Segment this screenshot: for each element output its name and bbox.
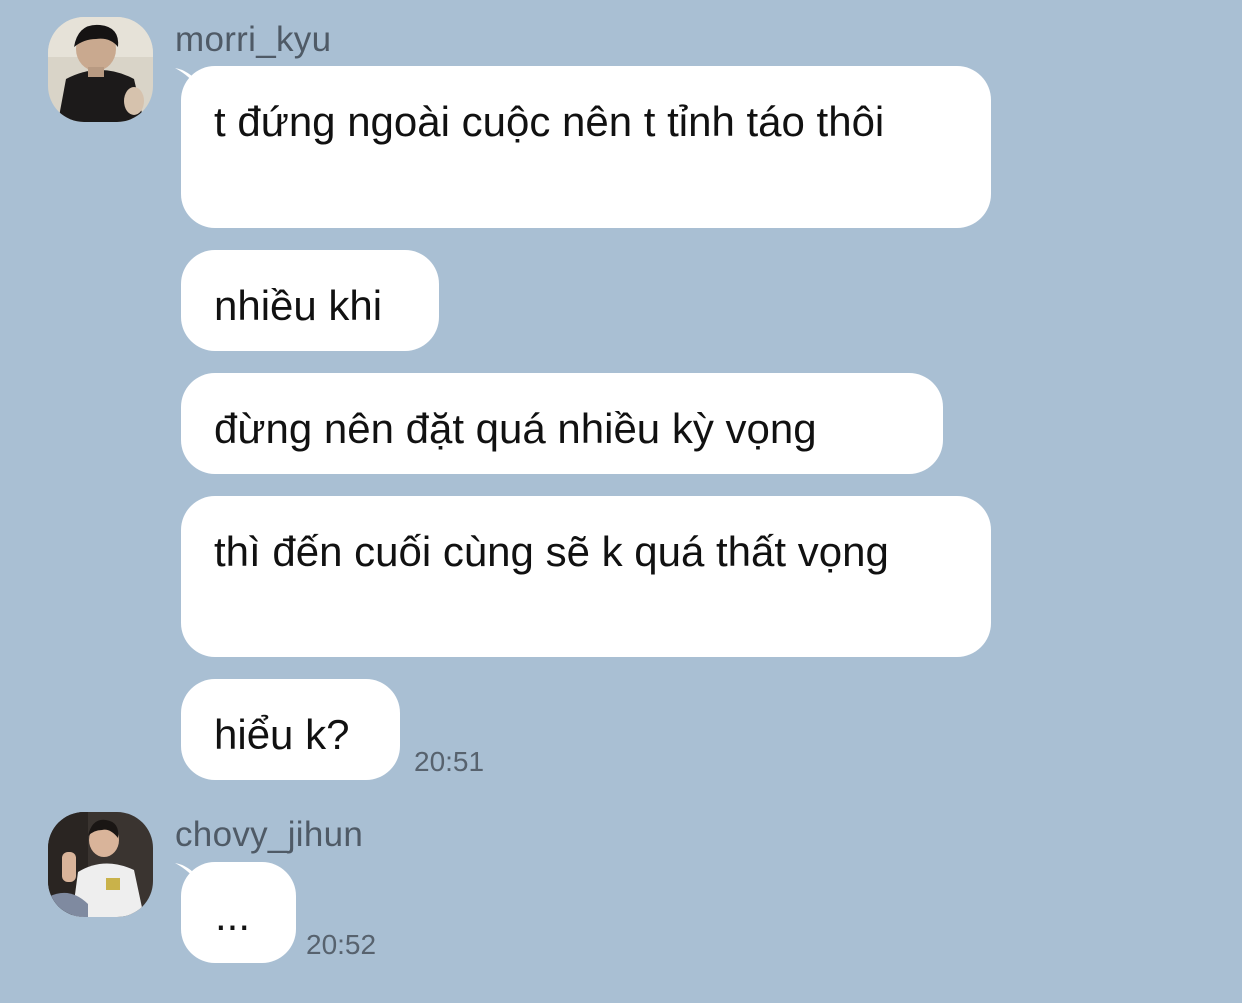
message-text: thì đến cuối cùng sẽ k quá thất vọng xyxy=(214,528,889,575)
sender-name: morri_kyu xyxy=(175,20,332,59)
message-bubble[interactable]: nhiều khi xyxy=(181,250,439,351)
message-text: ... xyxy=(215,892,251,939)
message-bubble[interactable]: hiểu k? xyxy=(181,679,400,780)
sender-name: chovy_jihun xyxy=(175,815,364,854)
message-text: t đứng ngoài cuộc nên t tỉnh táo thôi xyxy=(214,98,885,145)
message-timestamp: 20:52 xyxy=(306,929,377,960)
message-timestamp: 20:51 xyxy=(414,746,485,777)
message-bubble[interactable]: ... xyxy=(181,862,296,963)
message-text: nhiều khi xyxy=(214,282,383,329)
user-photo-icon xyxy=(48,812,153,917)
message-text: hiểu k? xyxy=(214,711,350,758)
avatar-morri-kyu[interactable] xyxy=(48,17,153,122)
user-photo-icon xyxy=(48,17,153,122)
message-text: đừng nên đặt quá nhiều kỳ vọng xyxy=(214,405,817,452)
message-bubble[interactable]: thì đến cuối cùng sẽ k quá thất vọng xyxy=(181,496,991,657)
message-bubble[interactable]: t đứng ngoài cuộc nên t tỉnh táo thôi xyxy=(181,66,991,228)
avatar-chovy-jihun[interactable] xyxy=(48,812,153,917)
message-bubble[interactable]: đừng nên đặt quá nhiều kỳ vọng xyxy=(181,373,943,474)
